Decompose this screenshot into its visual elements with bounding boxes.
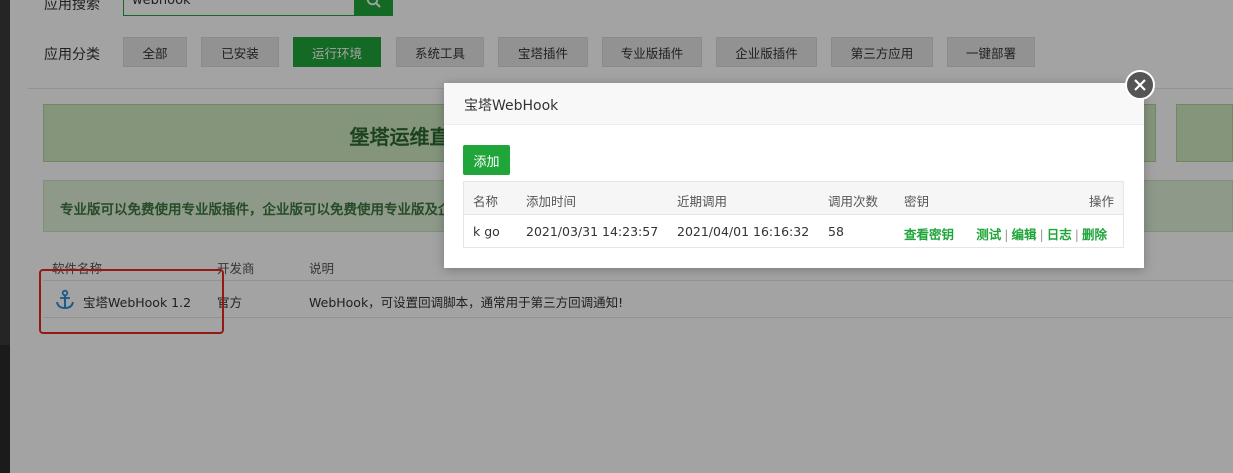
test-link[interactable]: 测试 [976, 227, 1001, 242]
webhook-table-header: 名称 添加时间 近期调用 调用次数 密钥 操作 [464, 182, 1123, 215]
header-actions: 操作 [1088, 194, 1114, 209]
header-name: 名称 [473, 194, 499, 209]
close-icon [1134, 79, 1146, 91]
webhook-modal: 宝塔WebHook 添加 名称 添加时间 近期调用 调用次数 密钥 操作 k g… [444, 83, 1144, 268]
view-key-link[interactable]: 查看密钥 [904, 224, 954, 243]
add-button[interactable]: 添加 [463, 145, 510, 175]
hook-actions: 测试 | 编辑 | 日志 | 删除 [976, 227, 1107, 242]
edit-link[interactable]: 编辑 [1012, 227, 1037, 242]
header-key: 密钥 [904, 194, 930, 209]
log-link[interactable]: 日志 [1047, 227, 1072, 242]
hook-name: k go [473, 224, 500, 239]
header-added-time: 添加时间 [526, 194, 577, 209]
header-last-call: 近期调用 [677, 194, 728, 209]
table-row: k go 2021/03/31 14:23:57 2021/04/01 16:1… [464, 215, 1123, 248]
hook-call-count: 58 [828, 224, 844, 239]
modal-title: 宝塔WebHook [464, 98, 559, 114]
hook-added-time: 2021/03/31 14:23:57 [526, 224, 659, 239]
hook-last-call: 2021/04/01 16:16:32 [677, 224, 810, 239]
modal-header: 宝塔WebHook [444, 83, 1144, 125]
webhook-table: 名称 添加时间 近期调用 调用次数 密钥 操作 k go 2021/03/31 … [463, 181, 1124, 248]
modal-close-button[interactable] [1125, 70, 1155, 100]
header-call-count: 调用次数 [828, 194, 879, 209]
delete-link[interactable]: 删除 [1082, 227, 1107, 242]
